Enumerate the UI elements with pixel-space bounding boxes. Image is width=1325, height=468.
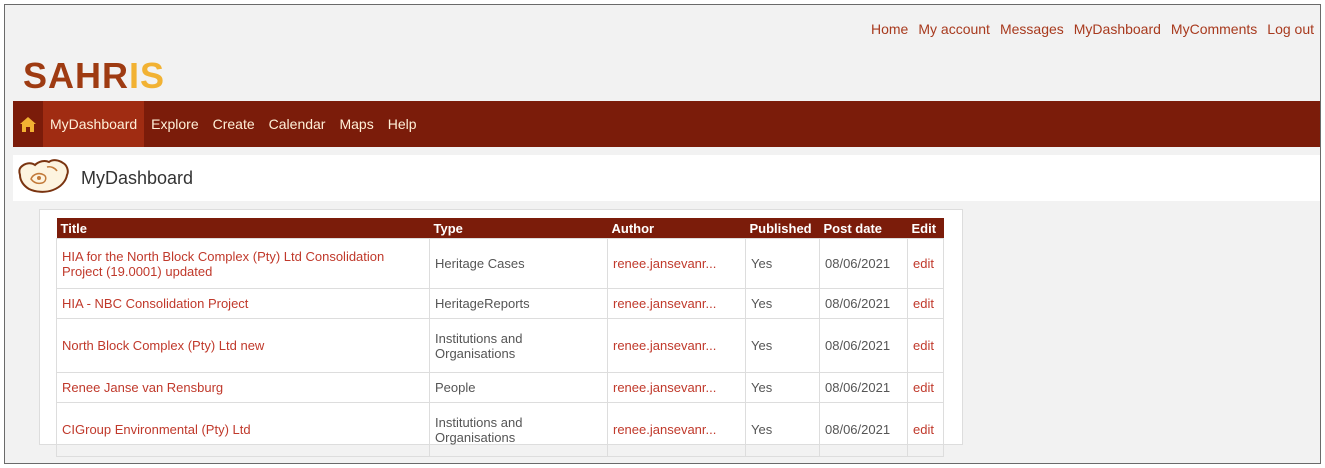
cell-published: Yes <box>745 402 820 457</box>
cell-published: Yes <box>745 288 820 319</box>
edit-link[interactable]: edit <box>913 338 934 353</box>
cell-published: Yes <box>745 372 820 403</box>
top-link-messages[interactable]: Messages <box>1000 21 1064 37</box>
cell-author: renee.jansevanr... <box>607 238 746 289</box>
nav-tab-mydashboard[interactable]: MyDashboard <box>43 101 145 147</box>
cell-title: HIA - NBC Consolidation Project <box>56 288 430 319</box>
home-icon[interactable] <box>13 101 43 147</box>
cell-edit: edit <box>907 372 944 403</box>
top-link-my-account[interactable]: My account <box>918 21 990 37</box>
table-row: Renee Janse van Rensburg People renee.ja… <box>56 372 944 403</box>
status-badge: updated <box>165 263 213 279</box>
nav-tab-help[interactable]: Help <box>381 101 424 147</box>
dashboard-table: Title Type Author Published Post date Ed… <box>56 218 944 457</box>
nav-tab-explore[interactable]: Explore <box>144 101 205 147</box>
dashboard-table-container: Title Type Author Published Post date Ed… <box>39 209 963 457</box>
author-link[interactable]: renee.jansevanr... <box>613 296 716 311</box>
column-header-post-date[interactable]: Post date <box>819 218 908 239</box>
cell-edit: edit <box>907 288 944 319</box>
row-title-link[interactable]: HIA for the North Block Complex (Pty) Lt… <box>62 249 384 279</box>
cell-author: renee.jansevanr... <box>607 372 746 403</box>
cell-post-date: 08/06/2021 <box>819 288 908 319</box>
top-link-mydashboard[interactable]: MyDashboard <box>1074 21 1161 37</box>
cell-type: Institutions and Organisations <box>429 318 608 373</box>
cell-published: Yes <box>745 238 820 289</box>
row-title-link[interactable]: CIGroup Environmental (Pty) Ltd <box>62 422 251 437</box>
logo-text-part2: IS <box>129 55 166 96</box>
top-link-log-out[interactable]: Log out <box>1267 21 1314 37</box>
page-title-bar: MyDashboard <box>13 155 1320 201</box>
cell-author: renee.jansevanr... <box>607 318 746 373</box>
page-frame: Home My account Messages MyDashboard MyC… <box>4 4 1321 464</box>
main-nav: MyDashboard Explore Create Calendar Maps… <box>13 101 1320 147</box>
column-header-author[interactable]: Author <box>607 218 746 239</box>
row-title-link[interactable]: North Block Complex (Pty) Ltd <box>62 338 237 353</box>
cell-title: HIA for the North Block Complex (Pty) Lt… <box>56 238 430 289</box>
cell-post-date: 08/06/2021 <box>819 318 908 373</box>
author-link[interactable]: renee.jansevanr... <box>613 380 716 395</box>
author-link[interactable]: renee.jansevanr... <box>613 256 716 271</box>
cell-type: HeritageReports <box>429 288 608 319</box>
cell-edit: edit <box>907 318 944 373</box>
cell-type: People <box>429 372 608 403</box>
nav-tab-maps[interactable]: Maps <box>332 101 380 147</box>
edit-link[interactable]: edit <box>913 380 934 395</box>
row-title-link[interactable]: Renee Janse van Rensburg <box>62 380 223 395</box>
column-header-title[interactable]: Title <box>56 218 430 239</box>
cell-post-date: 08/06/2021 <box>819 372 908 403</box>
cell-author: renee.jansevanr... <box>607 402 746 457</box>
edit-link[interactable]: edit <box>913 422 934 437</box>
nav-tab-create[interactable]: Create <box>206 101 262 147</box>
column-header-edit[interactable]: Edit <box>907 218 944 239</box>
author-link[interactable]: renee.jansevanr... <box>613 338 716 353</box>
edit-link[interactable]: edit <box>913 296 934 311</box>
status-badge: new <box>240 338 265 353</box>
cell-edit: edit <box>907 238 944 289</box>
table-row: HIA for the North Block Complex (Pty) Lt… <box>56 238 944 289</box>
table-header-row: Title Type Author Published Post date Ed… <box>56 218 944 239</box>
table-row: North Block Complex (Pty) Ltd new Instit… <box>56 318 944 373</box>
cell-title: CIGroup Environmental (Pty) Ltd <box>56 402 430 457</box>
cell-type: Institutions and Organisations <box>429 402 608 457</box>
column-header-type[interactable]: Type <box>429 218 608 239</box>
cell-edit: edit <box>907 402 944 457</box>
logo-text-part1: SAHR <box>23 55 130 96</box>
edit-link[interactable]: edit <box>913 256 934 271</box>
south-africa-map-icon <box>17 157 71 200</box>
cell-author: renee.jansevanr... <box>607 288 746 319</box>
site-logo[interactable]: SAHRIS <box>23 55 165 97</box>
top-links: Home My account Messages MyDashboard MyC… <box>871 21 1314 37</box>
cell-post-date: 08/06/2021 <box>819 402 908 457</box>
column-header-published[interactable]: Published <box>745 218 820 239</box>
top-link-home[interactable]: Home <box>871 21 908 37</box>
top-link-mycomments[interactable]: MyComments <box>1171 21 1257 37</box>
cell-title: North Block Complex (Pty) Ltd new <box>56 318 430 373</box>
page-title: MyDashboard <box>81 167 194 188</box>
table-row: CIGroup Environmental (Pty) Ltd Institut… <box>56 402 944 457</box>
cell-post-date: 08/06/2021 <box>819 238 908 289</box>
cell-published: Yes <box>745 318 820 373</box>
table-row: HIA - NBC Consolidation Project Heritage… <box>56 288 944 319</box>
row-title-link[interactable]: HIA - NBC Consolidation Project <box>62 296 248 311</box>
nav-tab-calendar[interactable]: Calendar <box>262 101 333 147</box>
author-link[interactable]: renee.jansevanr... <box>613 422 716 437</box>
cell-type: Heritage Cases <box>429 238 608 289</box>
cell-title: Renee Janse van Rensburg <box>56 372 430 403</box>
